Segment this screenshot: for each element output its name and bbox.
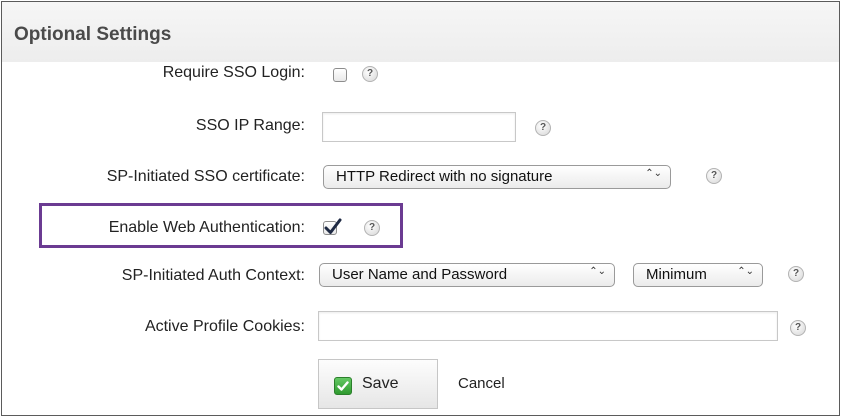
select-arrows-icon: ⌃⌄ [589,266,606,277]
cancel-link[interactable]: Cancel [458,375,505,392]
section-title: Optional Settings [14,24,172,45]
cookies-label: Active Profile Cookies: [144,318,305,335]
question-icon[interactable]: ? [790,320,806,336]
auth-context-selected-value: User Name and Password [332,266,508,283]
auth-level-select[interactable]: Minimum ⌃⌄ [633,263,763,287]
select-arrows-icon: ⌃⌄ [645,168,662,179]
checkmark-icon [324,218,342,234]
optional-settings-panel: Optional Settings Require SSO Login: ? S… [1,1,840,416]
require-sso-label: Require SSO Login: [162,64,305,81]
sp-cert-select[interactable]: HTTP Redirect with no signature ⌃⌄ [323,165,671,189]
web-auth-checkbox[interactable] [323,218,342,235]
sp-cert-label: SP-Initiated SSO certificate: [106,168,305,185]
sso-ip-range-label: SSO IP Range: [195,117,305,134]
check-icon [334,377,352,395]
sso-ip-range-input[interactable] [322,112,516,142]
auth-context-label: SP-Initiated Auth Context: [121,267,305,284]
section-header: Optional Settings [2,2,839,62]
question-icon[interactable]: ? [364,220,380,236]
select-arrows-icon: ⌃⌄ [737,266,754,277]
save-button-label: Save [362,375,399,392]
cookies-input[interactable] [318,311,778,341]
question-icon[interactable]: ? [362,66,378,82]
require-sso-checkbox[interactable] [333,68,347,82]
sp-cert-selected-value: HTTP Redirect with no signature [336,168,553,185]
web-auth-label: Enable Web Authentication: [108,219,305,236]
question-icon[interactable]: ? [706,168,722,184]
auth-context-select[interactable]: User Name and Password ⌃⌄ [319,263,615,287]
question-icon[interactable]: ? [788,266,804,282]
save-button[interactable]: Save [318,359,438,409]
question-icon[interactable]: ? [535,120,551,136]
auth-level-selected-value: Minimum [646,266,707,283]
